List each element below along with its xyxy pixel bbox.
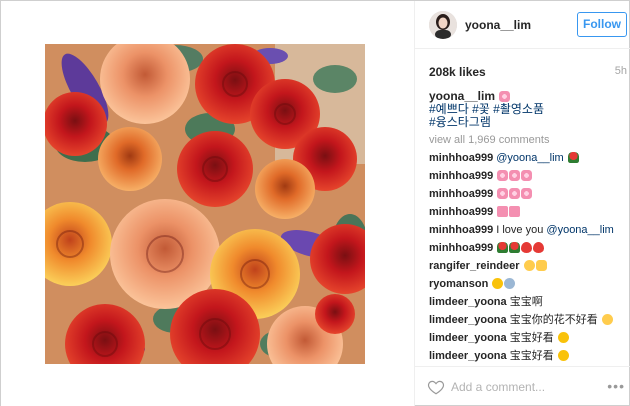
- face-emoji-icon: [601, 314, 613, 325]
- comment-row: minhhoa999: [429, 240, 627, 258]
- heart-outline-icon[interactable]: [427, 378, 445, 396]
- comment-row: limdeer_yoona 宝宝好看: [429, 330, 627, 348]
- comment-row: minhhoa999: [429, 168, 627, 186]
- comment-text: I love you: [496, 224, 544, 236]
- post-stats: 208k likes 5h: [429, 65, 627, 81]
- comments-list: minhhoa999 @yoona__lim minhhoa999 minhho…: [429, 150, 627, 365]
- post-header: yoona__lim Follow: [415, 1, 630, 49]
- comment-username[interactable]: minhhoa999: [429, 224, 493, 236]
- face-emoji-icon: [523, 260, 535, 271]
- rose-emoji-icon: [509, 242, 521, 253]
- comment-text: 宝宝好看: [509, 332, 554, 344]
- comment-username[interactable]: minhhoa999: [429, 242, 493, 254]
- v-emoji-icon: [535, 260, 547, 271]
- roses-bouquet-image: [45, 44, 365, 364]
- mail-emoji-icon: [497, 206, 509, 217]
- view-all-comments-link[interactable]: view all 1,969 comments: [429, 134, 549, 146]
- flower-emoji-icon: [509, 188, 521, 199]
- post-author-username[interactable]: yoona__lim: [465, 18, 531, 32]
- avatar[interactable]: [429, 11, 457, 39]
- comment-username[interactable]: minhhoa999: [429, 170, 493, 182]
- profile-picture-icon: [429, 11, 457, 39]
- comment-username[interactable]: ryomanson: [429, 278, 488, 290]
- flower-emoji-icon: [521, 170, 533, 181]
- smile-emoji-icon: [557, 332, 569, 343]
- comment-row: limdeer_yoona 宝宝你的花不好看: [429, 312, 627, 330]
- comment-text: 宝宝啊: [509, 296, 543, 308]
- comment-row: minhhoa999: [429, 204, 627, 222]
- ring-emoji-icon: [504, 278, 516, 289]
- rose-emoji-icon: [567, 152, 579, 163]
- post-photo[interactable]: [45, 44, 365, 364]
- flower-emoji-icon: [509, 170, 521, 181]
- comment-mention[interactable]: @yoona__lim: [546, 224, 613, 236]
- follow-button[interactable]: Follow: [577, 12, 627, 37]
- tulip-emoji-icon: [499, 91, 511, 102]
- comment-row: minhhoa999: [429, 186, 627, 204]
- caption-username[interactable]: yoona__lim: [429, 89, 495, 103]
- post-timestamp[interactable]: 5h: [615, 65, 627, 77]
- post-side-panel: yoona__lim Follow 208k likes 5h yoona__l…: [414, 1, 630, 406]
- comment-username[interactable]: minhhoa999: [429, 206, 493, 218]
- comment-username[interactable]: rangifer_reindeer: [429, 260, 519, 272]
- comment-username[interactable]: limdeer_yoona: [429, 296, 507, 308]
- caption-hashtags-line-2[interactable]: #융스타그램: [429, 116, 627, 129]
- smile-emoji-icon: [492, 278, 504, 289]
- comment-mention[interactable]: @yoona__lim: [496, 152, 563, 164]
- comment-username[interactable]: limdeer_yoona: [429, 332, 507, 344]
- add-comment-input[interactable]: Add a comment...: [451, 380, 545, 394]
- photo-pane: [1, 1, 414, 406]
- comment-bar: Add a comment... •••: [415, 366, 630, 406]
- comment-row: minhhoa999 I love you @yoona__lim: [429, 222, 627, 240]
- flower-emoji-icon: [497, 188, 509, 199]
- more-options-icon[interactable]: •••: [607, 378, 625, 394]
- heart-emoji-icon: [533, 242, 545, 253]
- post-modal: yoona__lim Follow 208k likes 5h yoona__l…: [0, 0, 630, 406]
- comment-username[interactable]: minhhoa999: [429, 188, 493, 200]
- flower-emoji-icon: [521, 188, 533, 199]
- comment-username[interactable]: minhhoa999: [429, 152, 493, 164]
- flower-emoji-icon: [497, 170, 509, 181]
- mail-emoji-icon: [509, 206, 521, 217]
- comment-row: minhhoa999 @yoona__lim: [429, 150, 627, 168]
- comment-username[interactable]: limdeer_yoona: [429, 350, 507, 362]
- comment-text: 宝宝好看: [509, 350, 554, 362]
- heart-emoji-icon: [521, 242, 533, 253]
- comment-username[interactable]: limdeer_yoona: [429, 314, 507, 326]
- comment-text: 宝宝你的花不好看: [509, 314, 598, 326]
- comment-row: rangifer_reindeer: [429, 258, 627, 276]
- post-caption: yoona__lim #예쁘다 #꽃 #촬영소품 #융스타그램: [429, 90, 627, 129]
- comment-row: limdeer_yoona 宝宝好看: [429, 348, 627, 365]
- comment-row: limdeer_yoona 宝宝啊: [429, 294, 627, 312]
- like-count[interactable]: 208k likes: [429, 65, 486, 79]
- comment-row: ryomanson: [429, 276, 627, 294]
- rose-emoji-icon: [497, 242, 509, 253]
- smile-emoji-icon: [557, 350, 569, 361]
